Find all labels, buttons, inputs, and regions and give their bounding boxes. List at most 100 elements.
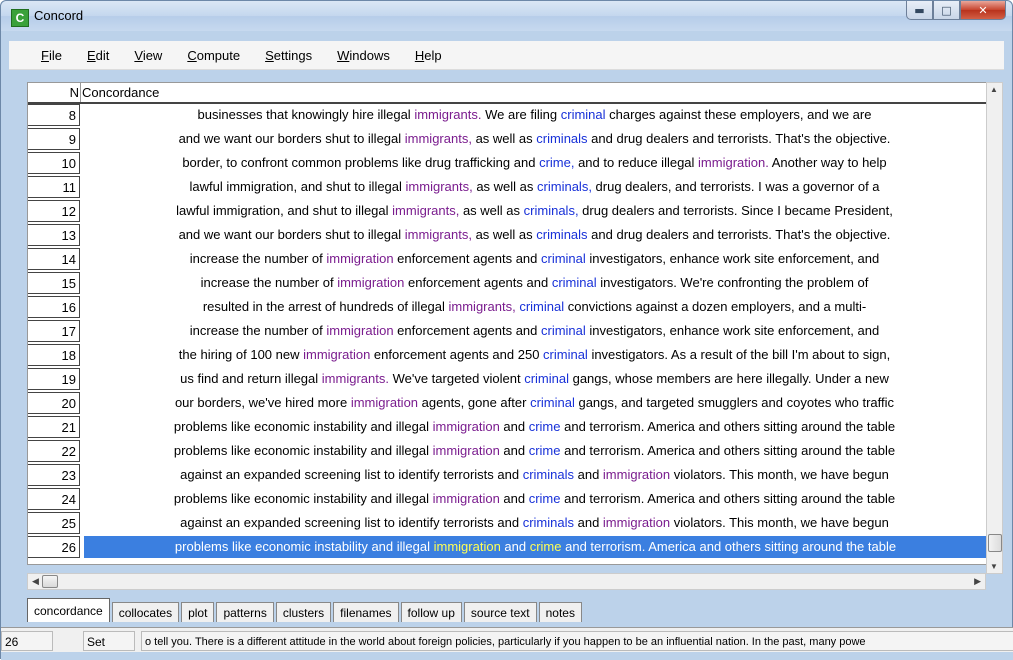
concordance-row[interactable]: 14 increase the number of immigration enf…: [28, 248, 987, 271]
menu-compute[interactable]: Compute: [175, 48, 253, 63]
tab-source-text[interactable]: source text: [463, 602, 537, 622]
concordance-line[interactable]: problems like economic instability and i…: [82, 416, 987, 438]
tab-concordance[interactable]: concordance: [27, 598, 110, 622]
tab-collocates[interactable]: collocates: [111, 602, 180, 622]
context-text: enforcement agents and: [393, 251, 541, 266]
concordance-row[interactable]: 11 lawful immigration, and shut to illega…: [28, 176, 987, 199]
concordance-line[interactable]: the hiring of 100 new immigration enforc…: [82, 344, 987, 366]
concordance-line[interactable]: and we want our borders shut to illegal …: [82, 224, 987, 246]
menu-file[interactable]: File: [9, 48, 75, 63]
row-number[interactable]: 8: [28, 104, 80, 126]
concordance-row[interactable]: 23 against an expanded screening list to …: [28, 464, 987, 487]
context-text: and: [500, 539, 530, 554]
menu-windows[interactable]: Windows: [325, 48, 403, 63]
menu-view[interactable]: View: [122, 48, 175, 63]
context-text: border, to confront common problems like…: [182, 155, 540, 170]
context-text: as well as: [472, 179, 538, 194]
concordance-row[interactable]: 13 and we want our borders shut to illega…: [28, 224, 987, 247]
maximize-button[interactable]: □: [933, 1, 960, 20]
close-button[interactable]: ✕: [960, 1, 1006, 20]
row-number[interactable]: 19: [28, 368, 80, 390]
row-number[interactable]: 26: [28, 536, 80, 558]
row-number[interactable]: 16: [28, 296, 80, 318]
concordance-row[interactable]: 10 border, to confront common problems li…: [28, 152, 987, 175]
concordance-line[interactable]: against an expanded screening list to id…: [82, 512, 987, 534]
tab-follow-up[interactable]: follow up: [400, 602, 462, 622]
concordance-line[interactable]: increase the number of immigration enfor…: [82, 320, 987, 342]
concordance-row[interactable]: 15 increase the number of immigration enf…: [28, 272, 987, 295]
tab-filenames[interactable]: filenames: [333, 602, 399, 622]
horizontal-scroll-thumb[interactable]: [42, 575, 58, 588]
concordance-row[interactable]: 25 against an expanded screening list to …: [28, 512, 987, 535]
concordance-line[interactable]: problems like economic instability and i…: [82, 488, 987, 510]
menu-edit[interactable]: Edit: [75, 48, 122, 63]
concordance-grid[interactable]: N Concordance 8 businesses that knowingly…: [27, 82, 988, 565]
concordance-row[interactable]: 19 us find and return illegal immigrants.…: [28, 368, 987, 391]
concordance-line[interactable]: and we want our borders shut to illegal …: [82, 128, 987, 150]
row-number[interactable]: 10: [28, 152, 80, 174]
concordance-row[interactable]: 20 our borders, we've hired more immigrat…: [28, 392, 987, 415]
concordance-row[interactable]: 9 and we want our borders shut to illegal…: [28, 128, 987, 151]
row-number[interactable]: 12: [28, 200, 80, 222]
row-number[interactable]: 21: [28, 416, 80, 438]
concordance-row[interactable]: 26 problems like economic instability and…: [28, 536, 987, 559]
tab-notes[interactable]: notes: [538, 602, 582, 622]
concordance-line[interactable]: increase the number of immigration enfor…: [82, 272, 987, 294]
concordance-row[interactable]: 22 problems like economic instability and…: [28, 440, 987, 463]
concordance-line[interactable]: border, to confront common problems like…: [82, 152, 987, 174]
concordance-line[interactable]: increase the number of immigration enfor…: [82, 248, 987, 270]
context-text: investigators. As a result of the bill I…: [587, 347, 891, 362]
row-number[interactable]: 15: [28, 272, 80, 294]
concordance-row[interactable]: 16 resulted in the arrest of hundreds of …: [28, 296, 987, 319]
vertical-scroll-thumb[interactable]: [988, 534, 1002, 552]
row-number[interactable]: 17: [28, 320, 80, 342]
column-header-n[interactable]: N: [28, 83, 81, 102]
context-text: and: [499, 419, 529, 434]
row-number[interactable]: 9: [28, 128, 80, 150]
concordance-line[interactable]: lawful immigration, and shut to illegal …: [82, 200, 987, 222]
menu-settings[interactable]: Settings: [253, 48, 325, 63]
context-text: gangs, and targeted smugglers and coyote…: [574, 395, 895, 410]
concordance-line[interactable]: businesses that knowingly hire illegal i…: [82, 104, 987, 126]
vertical-scrollbar[interactable]: ▲ ▼: [986, 82, 1003, 574]
row-number[interactable]: 22: [28, 440, 80, 462]
context-text: and: [499, 491, 529, 506]
concordance-line[interactable]: resulted in the arrest of hundreds of il…: [82, 296, 987, 318]
row-number[interactable]: 20: [28, 392, 80, 414]
concordance-line[interactable]: problems like economic instability and i…: [84, 536, 987, 558]
close-icon: ✕: [978, 3, 988, 17]
concordance-row[interactable]: 8 businesses that knowingly hire illegal …: [28, 104, 987, 127]
minimize-button[interactable]: ▬: [906, 1, 933, 20]
title-bar[interactable]: C Concord ▬ □ ✕: [1, 1, 1012, 31]
row-number[interactable]: 25: [28, 512, 80, 534]
concordance-line[interactable]: lawful immigration, and shut to illegal …: [82, 176, 987, 198]
row-number[interactable]: 23: [28, 464, 80, 486]
concordance-line[interactable]: us find and return illegal immigrants. W…: [82, 368, 987, 390]
concordance-line[interactable]: our borders, we've hired more immigratio…: [82, 392, 987, 414]
context-word: criminal: [541, 251, 586, 266]
horizontal-scrollbar[interactable]: ◀ ▶: [27, 573, 986, 590]
row-number[interactable]: 13: [28, 224, 80, 246]
scroll-left-arrow-icon[interactable]: ◀: [32, 576, 39, 587]
tab-patterns[interactable]: patterns: [216, 602, 274, 622]
row-number[interactable]: 14: [28, 248, 80, 270]
row-number[interactable]: 11: [28, 176, 80, 198]
row-number[interactable]: 18: [28, 344, 80, 366]
tab-plot[interactable]: plot: [181, 602, 215, 622]
context-word: crime: [528, 443, 561, 458]
concordance-row[interactable]: 12 lawful immigration, and shut to illega…: [28, 200, 987, 223]
concordance-line[interactable]: problems like economic instability and i…: [82, 440, 987, 462]
scroll-down-arrow-icon[interactable]: ▼: [990, 562, 998, 571]
concordance-row[interactable]: 17 increase the number of immigration enf…: [28, 320, 987, 343]
row-number[interactable]: 24: [28, 488, 80, 510]
concordance-row[interactable]: 24 problems like economic instability and…: [28, 488, 987, 511]
scroll-up-arrow-icon[interactable]: ▲: [990, 85, 998, 94]
column-header-concordance[interactable]: Concordance: [82, 83, 159, 102]
context-word: criminals,: [537, 179, 592, 194]
concordance-row[interactable]: 21 problems like economic instability and…: [28, 416, 987, 439]
concordance-line[interactable]: against an expanded screening list to id…: [82, 464, 987, 486]
menu-help[interactable]: Help: [403, 48, 455, 63]
tab-clusters[interactable]: clusters: [275, 602, 332, 622]
scroll-right-arrow-icon[interactable]: ▶: [974, 576, 981, 587]
concordance-row[interactable]: 18 the hiring of 100 new immigration enfo…: [28, 344, 987, 367]
